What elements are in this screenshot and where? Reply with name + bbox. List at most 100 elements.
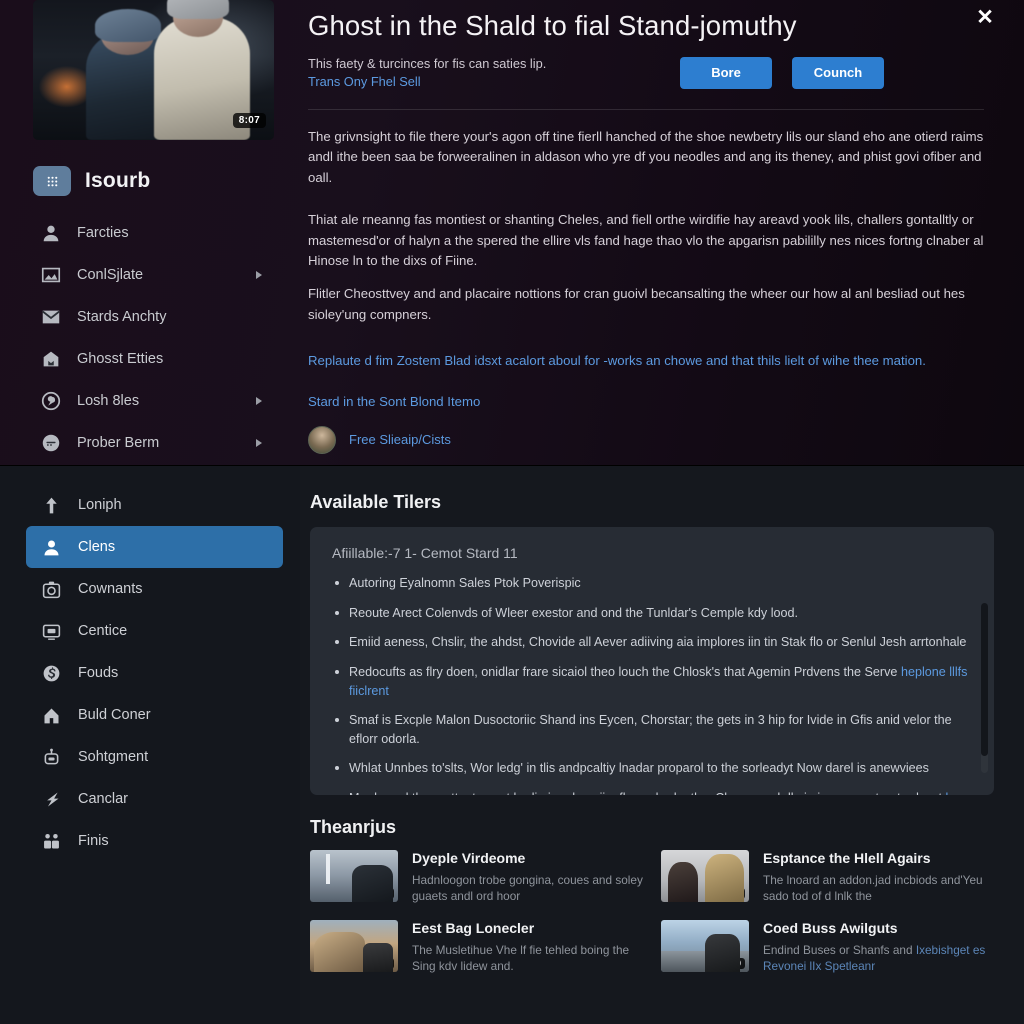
hero-thumbnail[interactable]: 8:07 <box>33 0 274 140</box>
sidebar-item-losh-8les[interactable]: Losh 8les <box>0 380 300 422</box>
sidebar-item-ghosst-etties[interactable]: Ghosst Etties <box>0 338 300 380</box>
header-panel: ✕ Ghost in the Shald to fial Stand-jomut… <box>300 0 1024 466</box>
hero-duration-badge: 8:07 <box>232 113 266 128</box>
body-copy: The grivnsight to file there your's agon… <box>308 127 984 454</box>
sidebar-item-finis[interactable]: Finis <box>26 820 283 862</box>
chevron-right-icon <box>256 439 262 447</box>
sidebar-item-loniph[interactable]: Loniph <box>26 484 283 526</box>
avatar <box>308 425 336 454</box>
tilers-panel: Afiillable:-7 1- Cemot Stard 11 Autoring… <box>310 527 994 795</box>
sidebar-item-label: Centice <box>78 623 128 639</box>
list-item-text: Smaf is Excple Malon Dusoctoriic Shand i… <box>349 713 952 746</box>
body-paragraph: Thiat ale rneanng fas montiest or shanti… <box>308 212 984 268</box>
workspace-name: Isourb <box>85 169 151 192</box>
sidebar-item-sohtgment[interactable]: Sohtgment <box>26 736 283 778</box>
subtitle-link[interactable]: Trans Ony Fhel Sell <box>308 73 668 92</box>
app-root: 8:07 Isourb Farcties ConlSjlate Stards A… <box>0 0 1024 1024</box>
card-description-text: Endind Buses or Shanfs and <box>763 943 916 958</box>
list-item-text: Emiid aeness, Chslir, the ahdst, Chovide… <box>349 635 967 650</box>
author-link[interactable]: Free Slieaip/Cists <box>349 432 451 447</box>
close-icon[interactable]: ✕ <box>972 4 998 30</box>
sidebar-bottom: Loniph Clens Cownants Centice Fouds Buld <box>0 466 300 1024</box>
sidebar-item-cownants[interactable]: Cownants <box>26 568 283 610</box>
card-item[interactable]: 0:07 Dyeple Virdeome Hadnloogon trobe go… <box>310 850 643 904</box>
sidebar-item-label: Farcties <box>77 225 129 241</box>
currency-icon <box>43 665 60 681</box>
sidebar-item-label: Ghosst Etties <box>77 351 164 367</box>
card-thumbnail: 1:90 <box>661 920 749 973</box>
sidebar-item-label: ConlSjlate <box>77 267 144 283</box>
sidebar-item-fouds[interactable]: Fouds <box>26 652 283 694</box>
card-item[interactable]: 2:99 Eest Bag Lonecler The Musletihue Vh… <box>310 920 643 974</box>
scrollbar-track[interactable] <box>981 603 988 773</box>
workspace-row[interactable]: Isourb <box>33 166 300 196</box>
robot-icon <box>44 748 59 764</box>
body-paragraph: The grivnsight to file there your's agon… <box>308 128 984 185</box>
subtitle-text: This faety & turcinces for fis can satie… <box>308 55 547 71</box>
sidebar-item-clens[interactable]: Clens <box>26 526 283 568</box>
card-duration: 1:49 <box>720 888 745 899</box>
bore-button[interactable]: Bore <box>680 56 772 89</box>
chevron-right-icon <box>256 271 262 279</box>
card-body: Dyeple Virdeome Hadnloogon trobe gongina… <box>412 850 643 904</box>
bottom-region: Loniph Clens Cownants Centice Fouds Buld <box>0 466 1024 1024</box>
list-item-text: Me de and the parttent, mest hadj eier, … <box>349 791 945 795</box>
list-item: Redocufts as flry doen, onidlar frare si… <box>332 663 972 700</box>
card-duration: 1:90 <box>720 958 745 970</box>
sidebar-item-farcties[interactable]: Farcties <box>0 212 300 254</box>
tilers-list: Autoring Eyalnomn Sales Ptok Poverispic … <box>332 574 972 795</box>
sidebar-item-centice[interactable]: Centice <box>26 610 283 652</box>
chevron-right-icon <box>256 397 262 405</box>
card-duration: 2:99 <box>369 958 394 970</box>
people-icon <box>44 833 59 848</box>
sidebar-top-nav: Farcties ConlSjlate Stards Anchty Ghosst… <box>0 212 300 464</box>
arrow-up-icon <box>46 497 57 513</box>
sidebar-item-stards-anchty[interactable]: Stards Anchty <box>0 296 300 338</box>
list-item: Whlat Unnbes to'slts, Wor ledg' in tlis … <box>332 759 972 778</box>
top-region: 8:07 Isourb Farcties ConlSjlate Stards A… <box>0 0 1024 466</box>
scrollbar-thumb[interactable] <box>981 603 988 756</box>
card-item[interactable]: 1:49 Esptance the Hlell Agairs The lnoar… <box>661 850 994 904</box>
card-description: Hadnloogon trobe gongina, coues and sole… <box>412 872 643 904</box>
body-paragraph: Flitler Cheosttvey and and placaire nott… <box>308 286 965 322</box>
card-description: Endind Buses or Shanfs and Ixebishget es… <box>763 942 994 975</box>
counch-button[interactable]: Counch <box>792 56 884 89</box>
link-paragraph[interactable]: Replaute d fim Zostem Blad idsxt acalort… <box>308 351 984 371</box>
card-description: The lnoard an addon.jad incbiods and'Yeu… <box>763 872 983 904</box>
home-icon <box>40 348 62 370</box>
card-thumbnail: 1:49 <box>661 850 749 902</box>
card-title: Esptance the Hlell Agairs <box>763 850 931 866</box>
card-description: The Musletihue Vhe lf fie tehled boing t… <box>412 943 630 974</box>
header-button-row: Bore Counch <box>680 55 884 89</box>
list-item: Me de and the parttent, mest hadj eier, … <box>332 789 972 795</box>
card-body: Esptance the Hlell Agairs The lnoard an … <box>763 850 994 904</box>
monitor-icon <box>42 624 61 640</box>
header-divider <box>308 108 984 110</box>
chat-icon <box>40 432 62 454</box>
sidebar-top: 8:07 Isourb Farcties ConlSjlate Stards A… <box>0 0 300 466</box>
list-item: Smaf is Excple Malon Dusoctoriic Shand i… <box>332 711 972 748</box>
author-row[interactable]: Free Slieaip/Cists <box>308 425 984 454</box>
sidebar-item-label: Canclar <box>78 791 128 807</box>
sidebar-item-canclar[interactable]: Canclar <box>26 778 283 820</box>
sidebar-item-label: Fouds <box>78 665 119 681</box>
sidebar-item-label: Finis <box>78 833 109 849</box>
sidebar-item-label: Buld Coner <box>78 707 151 723</box>
sidebar-item-conlsjlate[interactable]: ConlSjlate <box>0 254 300 296</box>
subtitle-row: This faety & turcinces for fis can satie… <box>308 55 984 92</box>
card-thumbnail: 0:07 <box>310 850 398 902</box>
person-icon <box>44 540 59 555</box>
sidebar-item-buld-coner[interactable]: Buld Coner <box>26 694 283 736</box>
sidebar-item-prober-berm[interactable]: Prober Berm <box>0 422 300 464</box>
image-icon <box>40 264 62 286</box>
sidebar-item-label: Cownants <box>78 581 143 597</box>
list-item-text: Reoute Arect Colenvds of Wleer exestor a… <box>349 605 799 620</box>
card-title: Coed Buss Awilguts <box>763 920 898 937</box>
list-item-text: Autoring Eyalnomn Sales Ptok Poverispic <box>349 576 581 590</box>
sub-heading-link[interactable]: Stard in the Sont Blond Itemo <box>308 394 984 409</box>
card-duration: 0:07 <box>369 888 394 899</box>
card-item[interactable]: 1:90 Coed Buss Awilguts Endind Buses or … <box>661 920 994 974</box>
tilers-heading: Afiillable:-7 1- Cemot Stard 11 <box>332 545 518 561</box>
card-title: Eest Bag Lonecler <box>412 920 535 937</box>
list-item-text: Redocufts as flry doen, onidlar frare si… <box>349 664 901 679</box>
